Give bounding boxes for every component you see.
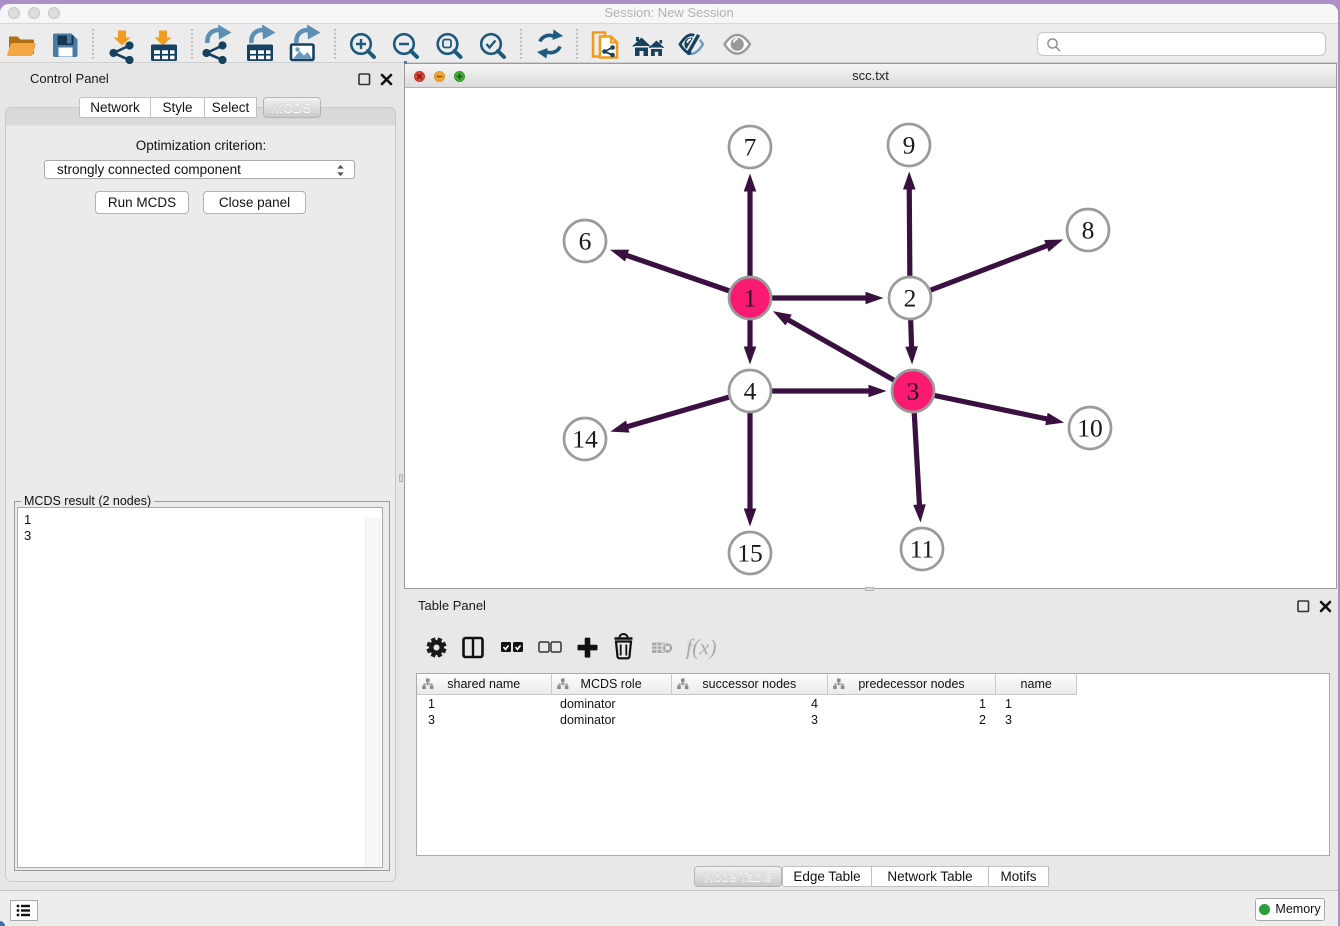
svg-text:2: 2 bbox=[904, 284, 917, 313]
svg-text:f(x): f(x) bbox=[686, 635, 717, 660]
svg-text:7: 7 bbox=[744, 133, 757, 162]
svg-text:8: 8 bbox=[1082, 216, 1095, 245]
svg-text:6: 6 bbox=[579, 227, 592, 256]
svg-text:3: 3 bbox=[907, 377, 920, 406]
svg-text:10: 10 bbox=[1077, 414, 1103, 443]
svg-text:15: 15 bbox=[737, 539, 763, 568]
svg-text:9: 9 bbox=[903, 131, 916, 160]
svg-text:4: 4 bbox=[744, 377, 757, 406]
svg-text:11: 11 bbox=[910, 535, 935, 564]
svg-text:14: 14 bbox=[572, 425, 598, 454]
svg-text:1: 1 bbox=[744, 284, 757, 313]
